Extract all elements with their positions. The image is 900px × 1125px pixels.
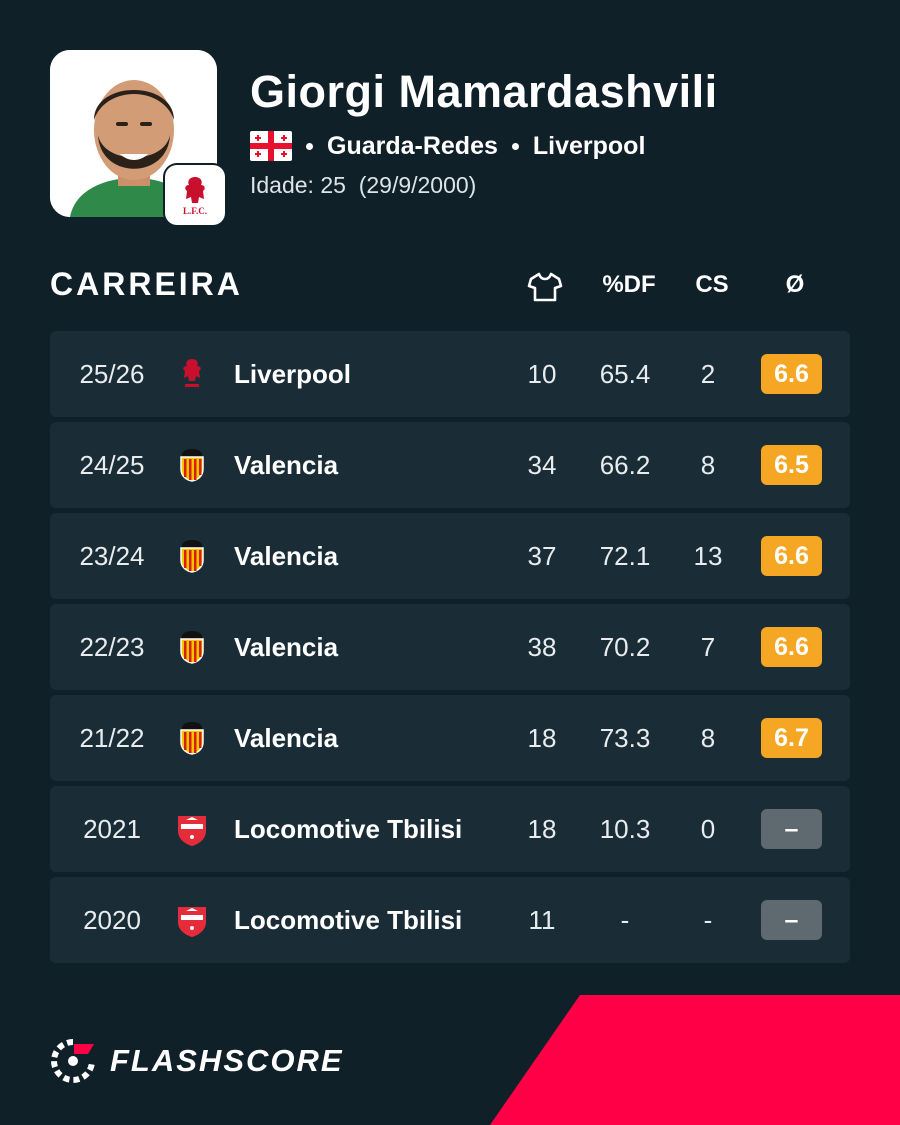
appearances: 38	[527, 632, 557, 662]
team-name: Locomotive Tbilisi	[234, 905, 463, 935]
clean-sheets: 8	[700, 450, 716, 480]
career-row: 23/24 Valencia 37 72.1 13 6.6	[50, 513, 850, 599]
rating-badge: 6.7	[761, 718, 822, 758]
career-row: 21/22 Valencia 18 73.3 8 6.7	[50, 695, 850, 781]
career-row: 2020 Locomotive Tbilisi 11 - - –	[50, 877, 850, 963]
appearances: 18	[527, 814, 557, 844]
team-name: Valencia	[234, 541, 339, 571]
rating-badge: –	[761, 809, 822, 849]
pct-df-value: -	[620, 905, 630, 935]
appearances: 11	[528, 905, 556, 935]
player-meta: Guarda-Redes Liverpool	[250, 128, 645, 164]
rating-badge: 6.5	[761, 445, 822, 485]
separator-dot	[306, 142, 313, 150]
player-club: Liverpool	[532, 131, 646, 160]
season: 25/26	[79, 359, 145, 389]
team-name: Liverpool	[234, 359, 352, 389]
appearances: 34	[527, 450, 557, 480]
team-name: Valencia	[234, 450, 339, 480]
career-row: 2021 Locomotive Tbilisi 18 10.3 0 –	[50, 786, 850, 872]
pct-df-value: 73.3	[599, 723, 651, 753]
brand-name: FLASHSCORE	[110, 1043, 344, 1078]
rating-badge: 6.6	[761, 354, 822, 394]
clean-sheets: 7	[700, 632, 716, 662]
brand-accent-shape	[490, 995, 900, 1125]
clean-sheets: 13	[693, 541, 723, 571]
clean-sheets: 0	[700, 814, 716, 844]
season: 24/25	[79, 450, 145, 480]
flashscore-logo-icon	[51, 1039, 95, 1083]
rating-badge: 6.6	[761, 536, 822, 576]
season: 22/23	[79, 632, 145, 662]
season: 2021	[83, 814, 141, 844]
club-badge-text: L.F.C.	[183, 206, 207, 216]
pct-df-value: 70.2	[599, 632, 651, 662]
clean-sheets: 8	[700, 723, 716, 753]
pct-df-value: 65.4	[599, 359, 651, 389]
shirt-icon	[527, 272, 563, 302]
season: 23/24	[79, 541, 145, 571]
player-position: Guarda-Redes	[327, 131, 498, 160]
column-average: Ø	[785, 271, 805, 298]
pct-df-value: 72.1	[599, 541, 651, 571]
season: 2020	[83, 905, 141, 935]
appearances: 18	[527, 723, 557, 753]
season: 21/22	[79, 723, 145, 753]
career-row: 22/23 Valencia 38 70.2 7 6.6	[50, 604, 850, 690]
appearances: 37	[527, 541, 557, 571]
column-pct-df: %DF	[602, 271, 656, 298]
clean-sheets: 2	[700, 359, 716, 389]
clean-sheets: -	[703, 905, 713, 935]
career-row: 25/26 Liverpool 10 65.4 2 6.6	[50, 331, 850, 417]
player-age: Idade: 25 (29/9/2000)	[250, 172, 476, 199]
brand-logo: FLASHSCORE	[50, 1038, 344, 1084]
georgia-flag-icon	[250, 131, 292, 161]
rating-badge: –	[761, 900, 822, 940]
team-name: Valencia	[234, 723, 339, 753]
player-name: Giorgi Mamardashvili	[250, 66, 718, 117]
column-cs: CS	[695, 271, 729, 298]
pct-df-value: 10.3	[599, 814, 651, 844]
birthdate: (29/9/2000)	[358, 172, 477, 198]
career-row: 24/25 Valencia 34 66.2 8 6.5	[50, 422, 850, 508]
pct-df-value: 66.2	[599, 450, 651, 480]
appearances: 10	[527, 359, 557, 389]
rating-badge: 6.6	[761, 627, 822, 667]
club-badge: L.F.C.	[165, 165, 225, 225]
separator-dot	[511, 142, 519, 150]
career-table: 25/26 Liverpool 10 65.4 2 6.6 24/25 Valencia 34 6…	[50, 331, 850, 968]
column-appearances	[500, 271, 590, 310]
team-name: Locomotive Tbilisi	[234, 814, 463, 844]
liverpool-crest-icon: L.F.C.	[183, 177, 207, 216]
age-label: Idade: 25	[250, 172, 346, 198]
section-title: CARREIRA	[50, 266, 243, 302]
team-name: Valencia	[234, 632, 339, 662]
